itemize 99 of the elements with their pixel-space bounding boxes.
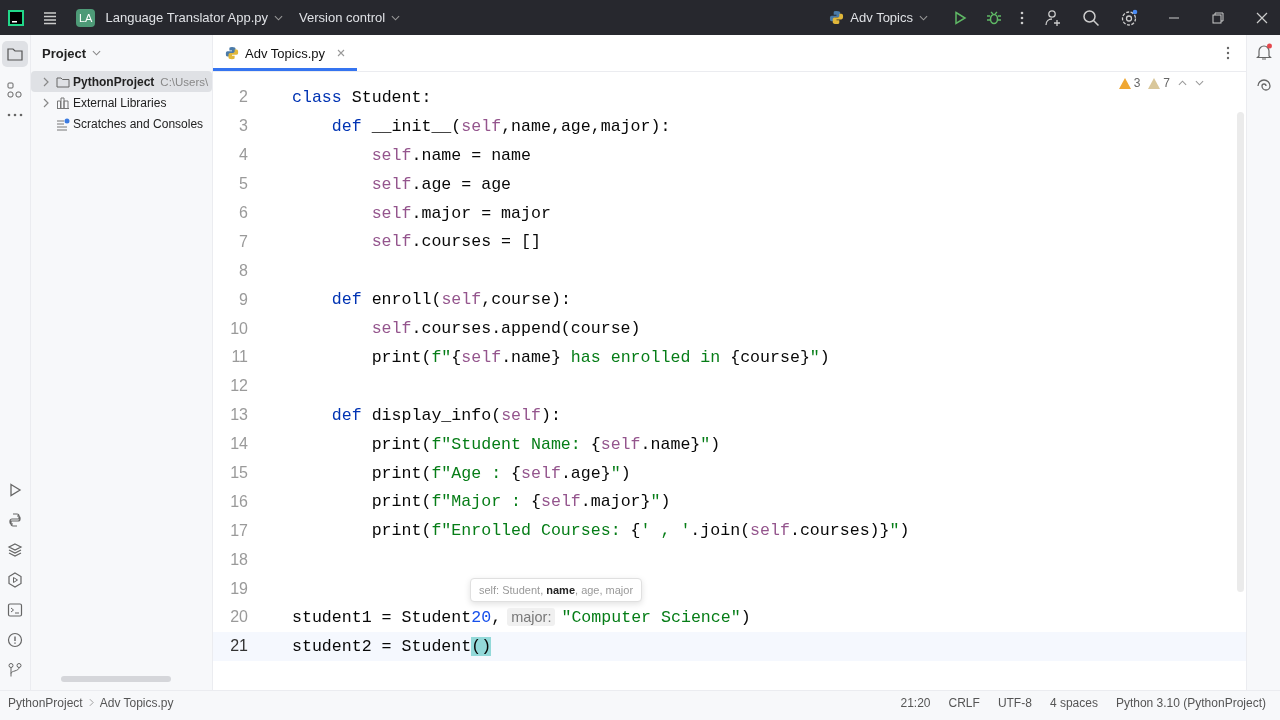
scrollbar[interactable]	[61, 676, 171, 682]
more-tools-icon[interactable]	[7, 113, 23, 117]
line-number: 2	[238, 88, 248, 107]
parameter-hint: major:	[507, 607, 556, 626]
line-number: 20	[229, 608, 248, 627]
code-line: self.courses.append(course)	[371, 319, 641, 339]
line-number: 11	[230, 348, 248, 367]
line-number: 18	[229, 550, 248, 569]
chevron-right-icon	[88, 698, 94, 707]
project-tree-item[interactable]: Scratches and Consoles	[31, 113, 212, 134]
line-number: 6	[238, 204, 248, 222]
parameter-info-tooltip: self: Student, name, age, major	[470, 578, 643, 603]
python-file-icon	[225, 46, 239, 60]
python-console-icon[interactable]	[7, 512, 23, 528]
restore-icon[interactable]	[1212, 11, 1224, 24]
line-number: 8	[238, 261, 248, 280]
run-icon[interactable]	[952, 9, 968, 26]
library-icon	[56, 95, 70, 110]
code-line: print(f"Student Name: {self.name}")	[371, 434, 721, 454]
code-text: student1 = Student	[292, 607, 472, 627]
structure-icon[interactable]	[6, 81, 24, 99]
layers-icon[interactable]	[7, 542, 23, 558]
code-line: print(f"Major : {self.major}")	[371, 492, 671, 512]
status-item[interactable]: CRLF	[948, 695, 980, 710]
folder-icon	[56, 74, 70, 89]
chevron-down-icon	[274, 14, 284, 21]
line-number: 16	[229, 492, 248, 511]
line-number: 9	[238, 290, 248, 309]
code-line: self.courses = []	[371, 232, 541, 252]
line-number: 14	[229, 435, 248, 454]
project-tree-item[interactable]: External Libraries	[31, 92, 212, 113]
problems-icon[interactable]	[7, 632, 23, 648]
more-icon[interactable]	[1020, 9, 1024, 26]
line-number: 17	[229, 521, 248, 540]
chevron-down-icon	[92, 50, 102, 56]
code-text: ,	[491, 607, 502, 627]
code-line: self.major = major	[371, 203, 551, 223]
breadcrumb[interactable]: PythonProject	[8, 695, 83, 710]
line-number: 4	[238, 146, 248, 165]
tree-item-label: Scratches and Consoles	[73, 116, 204, 131]
status-item[interactable]: UTF-8	[997, 695, 1032, 710]
close-icon[interactable]	[1256, 11, 1268, 24]
git-icon[interactable]	[7, 662, 23, 678]
menu-icon[interactable]	[42, 9, 58, 26]
add-user-icon[interactable]	[1044, 8, 1062, 27]
status-item[interactable]: Python 3.10 (PythonProject)	[1115, 695, 1266, 710]
tree-item-label: PythonProject	[73, 74, 155, 89]
settings-icon[interactable]	[1120, 8, 1138, 27]
app-logo-icon	[8, 9, 24, 26]
line-number: 13	[229, 406, 248, 425]
status-item[interactable]: 4 spaces	[1049, 695, 1098, 710]
editor-tab[interactable]: Adv Topics.py	[213, 35, 357, 71]
chevron-right-icon[interactable]	[43, 97, 49, 108]
line-number: 7	[238, 232, 248, 251]
terminal-icon[interactable]	[7, 602, 23, 618]
tree-item-label: External Libraries	[73, 95, 167, 110]
code-line: print(f"{self.name} has enrolled in {course}")	[371, 347, 830, 367]
folder-icon[interactable]	[2, 41, 28, 67]
tab-label: Adv Topics.py	[245, 45, 325, 61]
code-line: print(f"Age : {self.age}")	[371, 463, 631, 483]
code-text: "Computer Science"	[561, 607, 741, 627]
code-line: student2 = Student()	[292, 636, 492, 656]
notifications-icon[interactable]	[1254, 43, 1273, 61]
code-line: print(f"Enrolled Courses: {' , '.join(self.courses)}")	[371, 521, 910, 541]
line-number: 21	[229, 637, 248, 656]
breadcrumb[interactable]: Adv Topics.py	[99, 695, 174, 710]
line-number: 19	[229, 579, 248, 598]
code-line: self.name = name	[371, 145, 531, 165]
python-icon	[829, 10, 845, 25]
line-number: 3	[238, 117, 248, 136]
line-number: 12	[229, 377, 248, 396]
version-control-menu[interactable]: Version control	[293, 7, 407, 28]
line-number: 5	[238, 175, 248, 194]
project-panel-title[interactable]: Project	[37, 43, 107, 63]
line-number: 15	[229, 464, 248, 482]
search-icon[interactable]	[1082, 8, 1100, 27]
code-line: class Student:	[292, 87, 432, 107]
code-line: self.age = age	[371, 174, 512, 194]
debug-icon[interactable]	[986, 9, 1002, 26]
project-badge: LA	[76, 8, 96, 27]
chevron-down-icon	[919, 14, 928, 21]
code-text: )	[740, 607, 751, 627]
scratches-icon	[56, 116, 70, 131]
project-path: C:\Users\	[160, 75, 209, 88]
project-tree-item[interactable]: PythonProject C:\Users\	[31, 71, 212, 92]
code-text: 20	[471, 607, 492, 627]
code-line: def display_info(self):	[331, 405, 561, 425]
services-icon[interactable]	[7, 572, 23, 588]
code-line: def enroll(self,course):	[331, 290, 571, 310]
status-item[interactable]: 21:20	[900, 695, 931, 710]
chevron-down-icon	[391, 14, 401, 21]
run-icon[interactable]	[7, 482, 23, 498]
project-selector[interactable]: Language Translator App.py	[99, 7, 290, 28]
tab-options-icon[interactable]	[1226, 45, 1230, 61]
chevron-right-icon[interactable]	[43, 76, 49, 87]
run-configuration-selector[interactable]: Adv Topics	[823, 7, 934, 28]
warning-count[interactable]: 3	[1118, 76, 1141, 90]
line-number: 10	[229, 319, 248, 338]
code-line: def __init__(self,name,age,major):	[331, 116, 671, 136]
